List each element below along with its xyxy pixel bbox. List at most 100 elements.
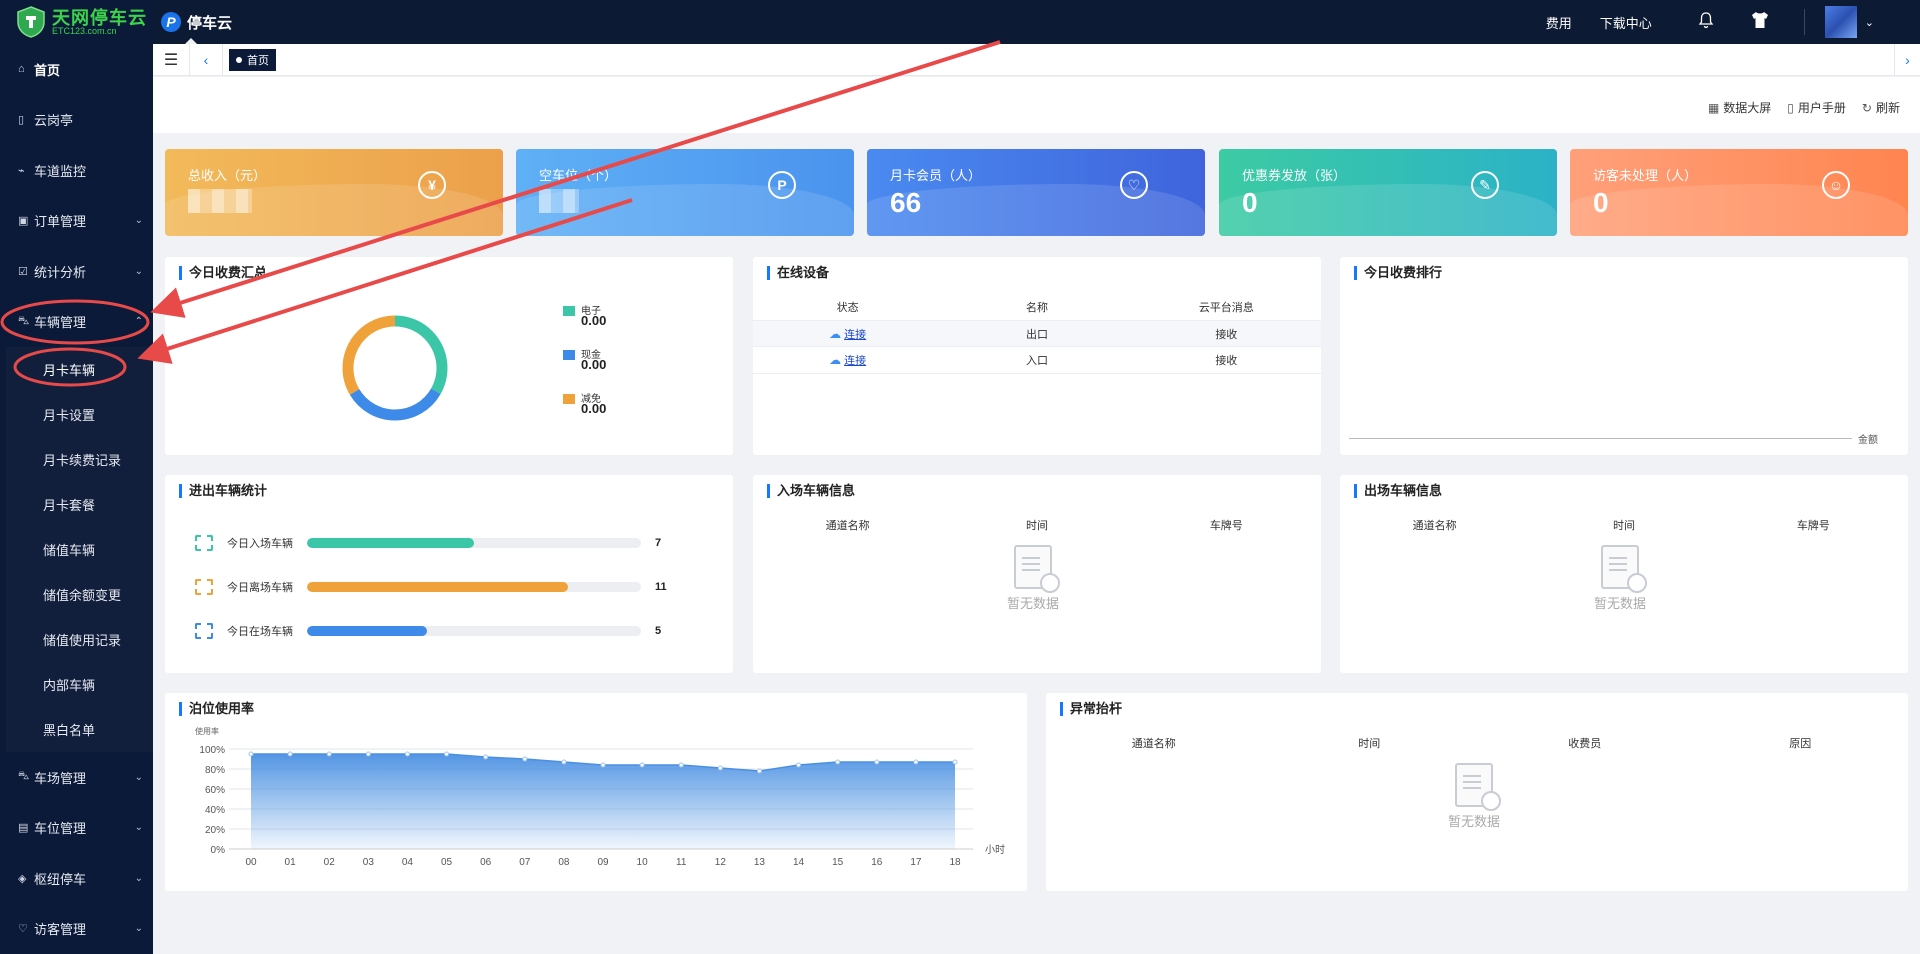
yen-icon: ¥ — [418, 171, 446, 199]
table-header: 通道名称 时间 车牌号 — [753, 517, 1321, 533]
refresh-label: 刷新 — [1875, 101, 1900, 115]
download-center-link[interactable]: 下载中心 — [1600, 13, 1652, 32]
flow-row-entered: 今日入场车辆 7 — [195, 533, 693, 553]
sidebar-item-lot-management[interactable]: ⛍ 车场管理 ⌄ — [0, 752, 153, 803]
hub-icon: ◈ — [18, 872, 27, 885]
sidebar-item-cloud-booth[interactable]: ▯ 云岗亭 — [0, 95, 153, 146]
sidebar-item-home[interactable]: ⌂ 首页 — [0, 44, 153, 95]
legend-swatch — [563, 306, 575, 317]
user-manual-button[interactable]: ▯ 用户手册 — [1787, 99, 1846, 116]
refresh-button[interactable]: ↻ 刷新 — [1862, 99, 1900, 116]
legend-value: 0.00 — [581, 313, 607, 328]
sidebar-item-label: 车辆管理 — [34, 315, 87, 331]
device-name: 出口 — [1025, 328, 1048, 341]
legend-value: 0.00 — [581, 357, 607, 372]
stat-card-coupons[interactable]: 优惠券发放（张） 0 ✎ — [1219, 149, 1557, 236]
tab-scroll-left-icon[interactable]: ‹ — [189, 43, 223, 76]
sidebar-item-space-management[interactable]: ▤ 车位管理 ⌄ — [0, 803, 153, 854]
flow-value: 7 — [655, 537, 662, 549]
occupancy-area-chart: 使用率 0% 20% 40% 60% 80% 100% 00 01 02 03 04 05 06 07 08 0… — [195, 726, 1005, 868]
sidebar-item-label: 车道监控 — [34, 163, 87, 179]
parking-logo-icon: P — [161, 12, 181, 32]
submenu-item-black-white-list[interactable]: 黑白名单 — [6, 707, 153, 752]
table-row: ☁ 连接 入口 接收 — [753, 347, 1321, 374]
empty-state: 暂无数据 — [1594, 545, 1647, 612]
x-tick-label: 10 — [637, 857, 649, 868]
submenu-item-monthly-renewals[interactable]: 月卡续费记录 — [6, 437, 153, 482]
submenu-item-internal-vehicles[interactable]: 内部车辆 — [6, 662, 153, 707]
y-tick-label: 80% — [205, 765, 225, 776]
column-header: 时间 — [1612, 520, 1635, 532]
stat-value: 0 — [1593, 187, 1609, 218]
flow-row-exited: 今日离场车辆 11 — [195, 577, 693, 597]
table-header: 状态 名称 云平台消息 — [753, 299, 1321, 315]
top-bar: 天网停车云 ETC123.com.cn P 停车云 费用 下载中心 ⌄ — [0, 0, 1920, 44]
sidebar-item-orders[interactable]: ▣ 订单管理 ⌄ — [0, 196, 153, 247]
connection-status-link[interactable]: 连接 — [844, 355, 866, 367]
y-axis-label: 使用率 — [195, 726, 219, 736]
sidebar-item-hub-parking[interactable]: ◈ 枢纽停车 ⌄ — [0, 853, 153, 904]
data-point — [796, 762, 802, 768]
data-point — [756, 768, 762, 774]
table-header: 通道名称 时间 收费员 原因 — [1046, 735, 1908, 751]
vehicle-icon: ⛍ — [18, 314, 30, 327]
sidebar-item-label: 访客管理 — [34, 922, 87, 938]
present-scan-icon — [195, 623, 213, 639]
redacted-value — [188, 189, 252, 213]
x-tick-label: 13 — [754, 857, 766, 868]
submenu-item-monthly-packages[interactable]: 月卡套餐 — [6, 482, 153, 527]
sidebar-item-statistics[interactable]: ☑ 统计分析 ⌄ — [0, 246, 153, 297]
submenu-item-monthly-vehicles[interactable]: 月卡车辆 — [6, 347, 153, 392]
data-point — [404, 751, 410, 757]
data-point — [561, 759, 567, 765]
tab-scroll-right-icon[interactable]: › — [1894, 44, 1920, 76]
stat-card-visitors-pending[interactable]: 访客未处理（人） 0 ☺ — [1570, 149, 1908, 236]
column-header: 时间 — [1025, 520, 1048, 532]
column-header: 车牌号 — [1796, 520, 1830, 532]
submenu-item-balance-changes[interactable]: 储值余额变更 — [6, 572, 153, 617]
sidebar-item-vehicles[interactable]: ⛍ 车辆管理 ⌃ — [0, 297, 153, 348]
table-header: 通道名称 时间 车牌号 — [1340, 517, 1908, 533]
menu-toggle-icon[interactable]: ☰ — [153, 50, 189, 70]
cloud-upload-icon: ☁ — [829, 353, 842, 367]
stat-card-total-income[interactable]: 总收入（元） ¥ — [165, 149, 503, 236]
empty-state: 暂无数据 — [1007, 545, 1060, 612]
flow-label: 今日离场车辆 — [227, 582, 293, 594]
data-screen-button[interactable]: ▦ 数据大屏 — [1708, 99, 1771, 116]
stat-card-monthly-members[interactable]: 月卡会员（人） 66 ♡ — [867, 149, 1205, 236]
submenu-item-stored-value-vehicles[interactable]: 储值车辆 — [6, 527, 153, 572]
stat-label: 访客未处理（人） — [1593, 168, 1698, 183]
sidebar-item-visitors[interactable]: ♡ 访客管理 ⌄ — [0, 904, 153, 954]
submenu-item-monthly-settings[interactable]: 月卡设置 — [6, 392, 153, 437]
avatar[interactable] — [1824, 6, 1857, 38]
chevron-down-icon[interactable]: ⌄ — [1865, 16, 1874, 29]
chevron-down-icon: ⌄ — [134, 215, 143, 227]
stat-label: 空车位（个） — [539, 168, 618, 183]
panel-title: 入场车辆信息 — [767, 484, 855, 498]
stat-card-free-spaces[interactable]: 空车位（个） P — [516, 149, 854, 236]
online-devices-panel: 在线设备 状态 名称 云平台消息 ☁ 连接 出口 接收 ☁ 连接 入口 接收 — [753, 257, 1321, 455]
shirt-icon[interactable] — [1750, 11, 1770, 34]
exit-scan-icon — [195, 579, 213, 595]
sidebar-item-lane-monitor[interactable]: ⌁ 车道监控 — [0, 145, 153, 196]
submenu-item-usage-records[interactable]: 储值使用记录 — [6, 617, 153, 662]
panel-title: 在线设备 — [767, 266, 829, 280]
order-icon: ▣ — [18, 215, 29, 228]
x-tick-label: 01 — [285, 857, 297, 868]
x-tick-label: 02 — [324, 857, 336, 868]
tab-home[interactable]: 首页 — [229, 48, 276, 71]
screen-icon: ▦ — [1707, 100, 1720, 115]
connection-status-link[interactable]: 连接 — [844, 329, 866, 341]
brand[interactable]: P 停车云 — [161, 0, 232, 44]
panel-title: 进出车辆统计 — [179, 484, 267, 498]
x-tick-label: 12 — [715, 857, 727, 868]
revenue-summary-panel: 今日收费汇总 电子 0.00 现金 0.00 减免 0.00 — [165, 257, 733, 455]
bell-icon[interactable] — [1696, 11, 1716, 34]
brand-name: 停车云 — [187, 14, 233, 32]
x-tick-label: 03 — [363, 857, 375, 868]
redacted-value — [539, 189, 579, 213]
data-screen-label: 数据大屏 — [1723, 101, 1772, 115]
logo[interactable]: 天网停车云 ETC123.com.cn — [0, 0, 153, 44]
fees-link[interactable]: 费用 — [1546, 13, 1572, 32]
empty-state: 暂无数据 — [1448, 763, 1501, 830]
